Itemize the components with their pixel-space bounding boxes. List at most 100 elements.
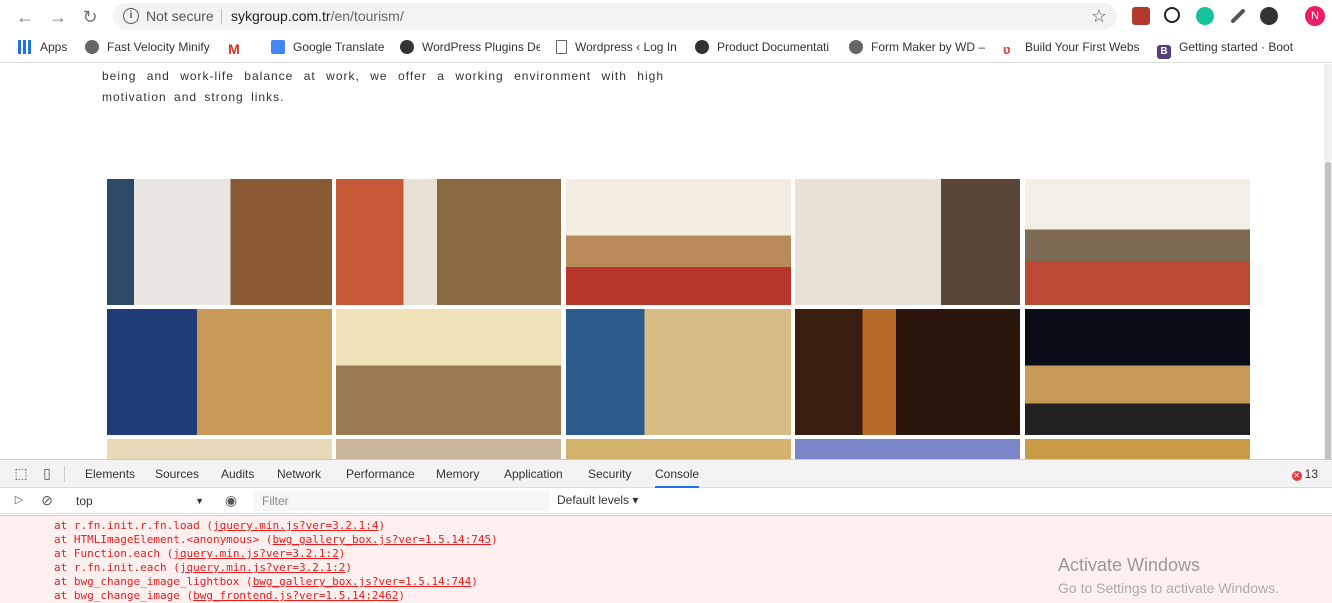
gallery-thumbnail-terrace-dusk[interactable] — [107, 309, 332, 435]
context-value: top — [76, 494, 93, 508]
page-scrollbar[interactable] — [1324, 64, 1332, 472]
bootstrap-icon: B — [1157, 45, 1171, 59]
stack-frame-text: at bwg_change_image ( — [54, 589, 194, 602]
tab-sources[interactable]: Sources — [155, 467, 199, 481]
log-levels-dropdown[interactable]: Default levels ▾ — [557, 493, 638, 507]
console-stack-line: at r.fn.init.r.fn.load (jquery.min.js?ve… — [54, 519, 385, 532]
gallery-thumbnail-hotel-bedroom[interactable] — [795, 179, 1020, 305]
eyedropper-icon[interactable] — [1230, 8, 1246, 24]
bookmark-wordpress-plugins[interactable]: WordPress Plugins De — [400, 40, 540, 54]
tab-network[interactable]: Network — [277, 467, 321, 481]
stack-frame-text: at Function.each ( — [54, 547, 174, 560]
gallery-thumbnail-lobby-sofa-2[interactable] — [336, 179, 561, 305]
console-stack-line: at bwg_change_image_lightbox (bwg_galler… — [54, 575, 478, 588]
reload-icon[interactable]: ↻ — [79, 6, 101, 28]
gallery-thumbnail-terrace-day[interactable] — [566, 309, 791, 435]
gallery-thumbnail-meeting-room[interactable] — [566, 179, 791, 305]
gallery-thumbnail-row3-4[interactable] — [795, 439, 1020, 459]
source-link[interactable]: bwg_gallery_box.js?ver=1.5.14:745 — [273, 533, 492, 546]
log-levels-label: Default levels ▾ — [557, 493, 639, 507]
gallery-thumbnail-restaurant-interior[interactable] — [336, 309, 561, 435]
bookmark-label: Build Your First Webs — [1025, 40, 1140, 54]
devtools-tabbar: ⬚ ▯ Elements Sources Audits Network Performa… — [0, 460, 1332, 488]
bookmark-label: WordPress Plugins De — [422, 40, 540, 54]
grammarly-icon[interactable] — [1196, 7, 1214, 25]
inspect-element-icon[interactable]: ⬚ — [10, 460, 32, 487]
source-link[interactable]: bwg_frontend.js?ver=1.5.14:2462 — [193, 589, 398, 602]
activate-windows-title: Activate Windows — [1058, 555, 1201, 575]
gallery-thumbnail-room-lamp-kettle[interactable] — [795, 309, 1020, 435]
source-link[interactable]: jquery.min.js?ver=3.2.1:2 — [173, 547, 339, 560]
stack-frame-text: at r.fn.init.each ( — [54, 561, 180, 574]
gallery-thumbnail-row3-2[interactable] — [336, 439, 561, 459]
console-filterbar: ▷ ⊘ top ▼ ◉ Filter Default levels ▾ — [0, 488, 1332, 514]
translate-icon — [271, 40, 285, 54]
context-select[interactable]: top ▼ — [68, 491, 208, 511]
eye-icon[interactable]: ◉ — [220, 487, 242, 514]
gallery-thumbnail-row3-3[interactable] — [566, 439, 791, 459]
url-host: sykgroup.com.tr — [231, 8, 331, 24]
tab-security[interactable]: Security — [588, 467, 631, 481]
stack-frame-text: at r.fn.init.r.fn.load ( — [54, 519, 213, 532]
bookmark-build-website[interactable]: ʋ Build Your First Webs — [1003, 40, 1143, 57]
source-link[interactable]: jquery.min.js?ver=3.2.1:2 — [180, 561, 346, 574]
gallery-thumbnail-restaurant-hall[interactable] — [1025, 179, 1250, 305]
device-toolbar-icon[interactable]: ▯ — [36, 460, 58, 487]
info-icon[interactable]: i — [123, 8, 139, 24]
gallery-thumbnail-row3-1[interactable] — [107, 439, 332, 459]
activate-windows-subtitle: Go to Settings to activate Windows. — [1058, 580, 1279, 596]
stack-frame-end: ) — [398, 589, 406, 602]
source-link[interactable]: bwg_gallery_box.js?ver=1.5.14:744 — [253, 575, 472, 588]
extension-k-icon[interactable] — [1260, 7, 1278, 25]
error-icon: ✕ — [1291, 471, 1302, 481]
bookmark-label: Google Translate — [293, 40, 385, 54]
tab-performance[interactable]: Performance — [346, 467, 415, 481]
bookmark-wordpress-login[interactable]: Wordpress ‹ Log In — [556, 40, 686, 54]
filter-input[interactable]: Filter — [254, 491, 549, 511]
clear-console-icon[interactable]: ⊘ — [36, 487, 58, 514]
console-stack-line: at bwg_change_image (bwg_frontend.js?ver… — [54, 589, 405, 602]
forward-arrow-icon[interactable]: → — [47, 6, 69, 28]
gmail-icon: M — [227, 41, 241, 56]
gallery-thumbnail-lobby-sofa-1[interactable] — [107, 179, 332, 305]
url-text[interactable]: sykgroup.com.tr/en/tourism/ — [231, 8, 404, 24]
show-sidebar-icon[interactable]: ▷ — [8, 487, 30, 514]
wd-icon — [400, 40, 414, 54]
stack-frame-end: ) — [338, 547, 346, 560]
source-link[interactable]: jquery.min.js?ver=3.2.1:4 — [213, 519, 379, 532]
bookmark-product-documentation[interactable]: Product Documentati — [695, 40, 835, 54]
error-count: 13 — [1304, 467, 1318, 481]
tab-audits[interactable]: Audits — [221, 467, 254, 481]
divider — [221, 9, 222, 24]
bookmark-apps[interactable]: Apps — [18, 40, 67, 54]
pdf-extension-icon[interactable] — [1132, 7, 1150, 25]
address-bar[interactable]: i Not secure sykgroup.com.tr/en/tourism/… — [113, 3, 1117, 30]
tab-application[interactable]: Application — [504, 467, 563, 481]
profile-avatar[interactable]: N — [1305, 6, 1325, 26]
gallery-thumbnail-row3-5[interactable] — [1025, 439, 1250, 459]
profile-initial: N — [1311, 10, 1319, 22]
page-content: being and work-life balance at work, we … — [0, 64, 1324, 459]
wd-icon — [695, 40, 709, 54]
bookmark-label: Getting started · Boot — [1179, 40, 1294, 54]
browser-toolbar: ← → ↻ i Not secure sykgroup.com.tr/en/to… — [0, 0, 1332, 33]
stack-frame-end: ) — [345, 561, 353, 574]
bookmark-bootstrap[interactable]: B Getting started · Boot — [1157, 40, 1297, 59]
page-icon — [556, 40, 567, 54]
gallery-thumbnail-hotel-exterior-night[interactable] — [1025, 309, 1250, 435]
bookmark-fast-velocity-minify[interactable]: Fast Velocity Minify — [85, 40, 220, 54]
bookmark-google-translate[interactable]: Google Translate — [271, 40, 384, 54]
stack-frame-text: at bwg_change_image_lightbox ( — [54, 575, 253, 588]
bookmark-label: Apps — [40, 40, 68, 54]
bookmark-gmail[interactable]: M — [227, 40, 249, 56]
bookmark-star-icon[interactable]: ☆ — [1091, 6, 1107, 27]
scrollbar-thumb[interactable] — [1325, 162, 1331, 472]
wordpress-icon — [85, 40, 99, 54]
tab-console[interactable]: Console — [655, 467, 700, 488]
tab-memory[interactable]: Memory — [436, 467, 479, 481]
back-arrow-icon[interactable]: ← — [14, 6, 36, 28]
bookmark-form-maker[interactable]: Form Maker by WD – — [849, 40, 989, 54]
tab-elements[interactable]: Elements — [85, 467, 135, 481]
network-extension-icon[interactable] — [1164, 7, 1180, 23]
error-counter[interactable]: ✕ 13 — [1291, 467, 1318, 481]
